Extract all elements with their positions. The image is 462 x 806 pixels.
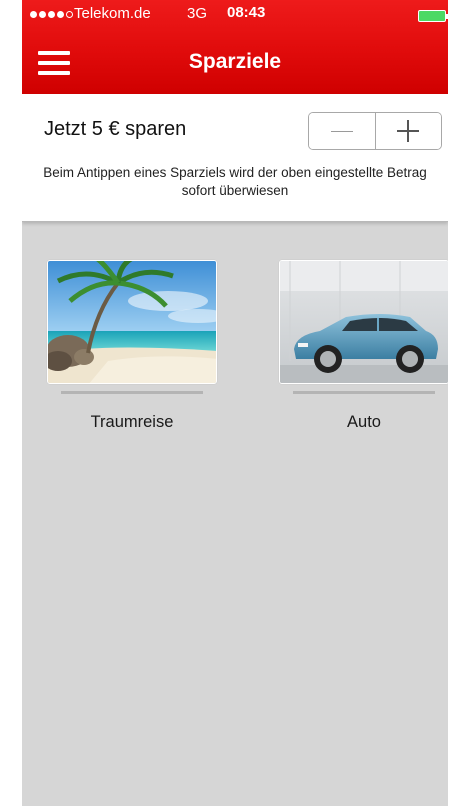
amount-stepper <box>308 112 442 150</box>
goal-progress-bar <box>293 391 435 394</box>
goal-progress-bar <box>61 391 203 394</box>
increase-amount-button[interactable] <box>375 113 441 149</box>
plus-icon <box>397 120 420 142</box>
network-type: 3G <box>187 5 208 22</box>
battery-icon <box>418 10 448 22</box>
decrease-amount-button[interactable] <box>309 113 375 149</box>
goal-label: Traumreise <box>90 413 174 431</box>
app-screen: Telekom.de 3G 08:43 Sparziele Jetzt 5 € … <box>22 0 448 806</box>
navigation-bar: Sparziele <box>22 30 448 94</box>
status-time: 08:43 <box>227 4 266 21</box>
app-header: Telekom.de 3G 08:43 Sparziele <box>22 0 448 94</box>
amount-panel: Jetzt 5 € sparen Beim Antippen eines Spa… <box>22 94 448 222</box>
beach-palm-photo <box>47 260 217 384</box>
minus-icon <box>330 130 353 132</box>
page-title: Sparziele <box>188 50 282 73</box>
transfer-hint-text: Beim Antippen eines Sparziels wird der o… <box>43 165 427 198</box>
signal-strength-icon <box>30 11 73 18</box>
savings-amount-label: Jetzt 5 € sparen <box>44 118 187 140</box>
carrier-name: Telekom.de <box>74 5 151 22</box>
status-bar: Telekom.de 3G 08:43 <box>22 0 448 30</box>
goal-label: Auto <box>347 413 381 431</box>
blue-car-photo <box>279 260 448 384</box>
